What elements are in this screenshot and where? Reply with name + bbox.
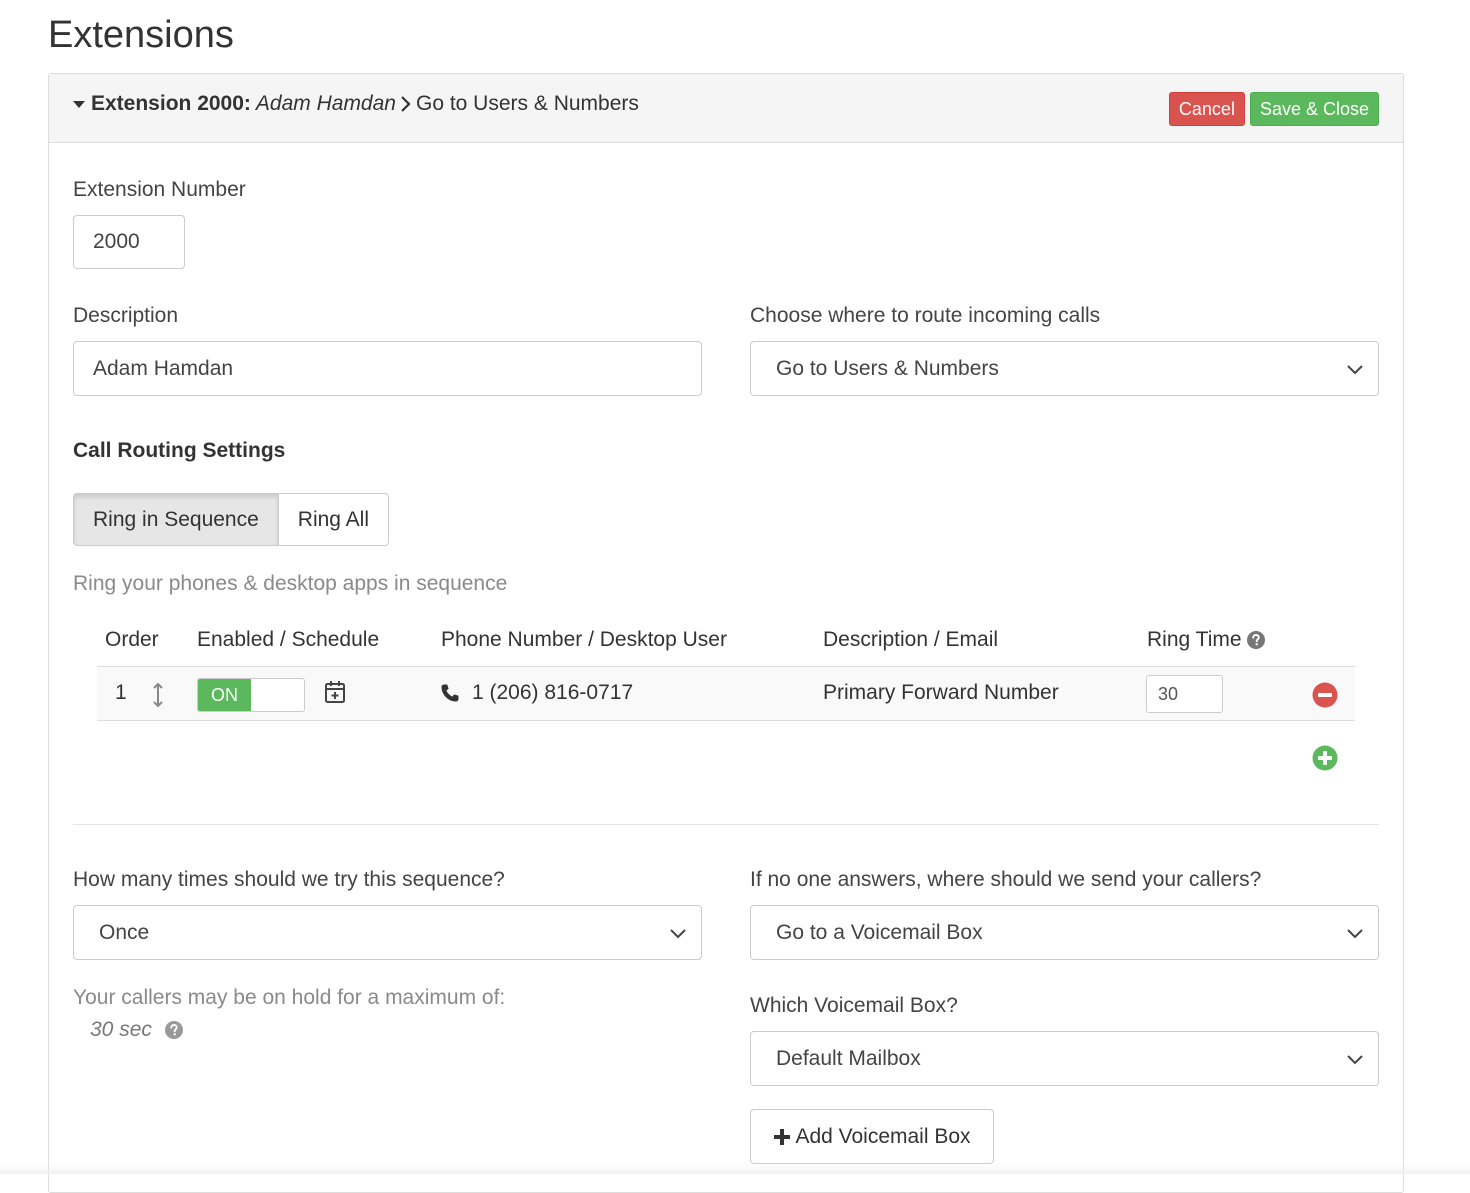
question-circle-icon[interactable]: [164, 1020, 184, 1040]
description-input[interactable]: Adam Hamdan: [73, 341, 702, 396]
ring-in-sequence-button[interactable]: Ring in Sequence: [73, 493, 279, 546]
cancel-button[interactable]: Cancel: [1168, 92, 1245, 126]
phone-icon: [441, 684, 459, 702]
tries-select[interactable]: Once: [73, 905, 702, 960]
enabled-toggle[interactable]: ON: [197, 678, 305, 712]
hold-value: 30 sec: [90, 1018, 152, 1041]
add-voicemail-box-button[interactable]: Add Voicemail Box: [750, 1109, 994, 1164]
no-answer-select[interactable]: Go to a Voicemail Box: [750, 905, 1379, 960]
call-routing-title: Call Routing Settings: [73, 439, 286, 462]
chevron-down-icon: [1347, 928, 1363, 938]
route-select-value: Go to Users & Numbers: [776, 356, 999, 380]
panel-header: Extension 2000: Adam Hamdan Go to Users …: [49, 74, 1403, 143]
no-answer-select-value: Go to a Voicemail Box: [776, 920, 983, 944]
tries-label: How many times should we try this sequen…: [73, 868, 505, 891]
bottom-fade: [0, 1164, 1470, 1174]
description-value: Adam Hamdan: [93, 356, 234, 380]
extension-name: Adam Hamdan: [255, 92, 396, 115]
voicemail-select[interactable]: Default Mailbox: [750, 1031, 1379, 1086]
header-ring-time-label: Ring Time: [1147, 628, 1242, 651]
header-description-email: Description / Email: [823, 628, 999, 651]
hold-value-group: 30 sec: [90, 1018, 184, 1042]
save-close-button[interactable]: Save & Close: [1249, 92, 1379, 126]
route-label: Choose where to route incoming calls: [750, 304, 1101, 327]
row-phone-number: 1 (206) 816-0717: [472, 681, 634, 704]
table-row: 1 ON 1 (206) 816-0717 Primary Forward Nu…: [97, 666, 1355, 721]
no-answer-label: If no one answers, where should we send …: [750, 868, 1262, 891]
panel-header-title[interactable]: Extension 2000: Adam Hamdan Go to Users …: [73, 92, 639, 116]
extension-route: Go to Users & Numbers: [415, 92, 639, 115]
ring-time-value: 30: [1158, 683, 1179, 704]
page-title: Extensions: [48, 14, 234, 56]
row-description: Primary Forward Number: [823, 681, 1059, 704]
header-order: Order: [105, 628, 159, 651]
header-enabled-schedule: Enabled / Schedule: [197, 628, 380, 651]
chevron-down-icon: [670, 928, 686, 938]
ring-time-input[interactable]: 30: [1146, 675, 1223, 713]
row-order: 1: [115, 681, 127, 704]
section-divider: [73, 824, 1379, 825]
extension-number-label: Extension Number: [73, 178, 246, 201]
header-actions: Cancel Save & Close: [1168, 92, 1379, 126]
voicemail-select-value: Default Mailbox: [776, 1046, 921, 1070]
route-select[interactable]: Go to Users & Numbers: [750, 341, 1379, 396]
extension-number-value: 2000: [93, 230, 140, 253]
voicemail-label: Which Voicemail Box?: [750, 994, 958, 1017]
add-voicemail-box-label: Add Voicemail Box: [795, 1124, 971, 1148]
description-label: Description: [73, 304, 179, 327]
header-ring-time: Ring Time: [1147, 628, 1266, 652]
ring-all-button[interactable]: Ring All: [278, 493, 389, 546]
extension-label: Extension 2000:: [91, 92, 251, 115]
question-circle-icon[interactable]: [1246, 630, 1266, 650]
chevron-right-icon: [401, 96, 411, 112]
hold-label: Your callers may be on hold for a maximu…: [73, 986, 506, 1009]
extension-number-input[interactable]: 2000: [73, 215, 185, 269]
sort-vertical-icon[interactable]: [151, 682, 165, 708]
extension-panel: Extension 2000: Adam Hamdan Go to Users …: [48, 73, 1404, 1193]
chevron-down-icon: [1347, 1054, 1363, 1064]
tries-select-value: Once: [99, 920, 150, 944]
ring-mode-group: Ring in Sequence Ring All: [73, 493, 389, 546]
calendar-plus-icon[interactable]: [324, 680, 346, 704]
minus-circle-icon[interactable]: [1312, 682, 1338, 708]
caret-down-icon[interactable]: [73, 100, 85, 108]
chevron-down-icon: [1347, 364, 1363, 374]
toggle-on-label: ON: [198, 679, 251, 711]
header-phone-number: Phone Number / Desktop User: [441, 628, 727, 651]
plus-icon: [774, 1128, 791, 1145]
ring-helper-text: Ring your phones & desktop apps in seque…: [73, 572, 508, 595]
plus-circle-icon[interactable]: [1312, 745, 1338, 771]
